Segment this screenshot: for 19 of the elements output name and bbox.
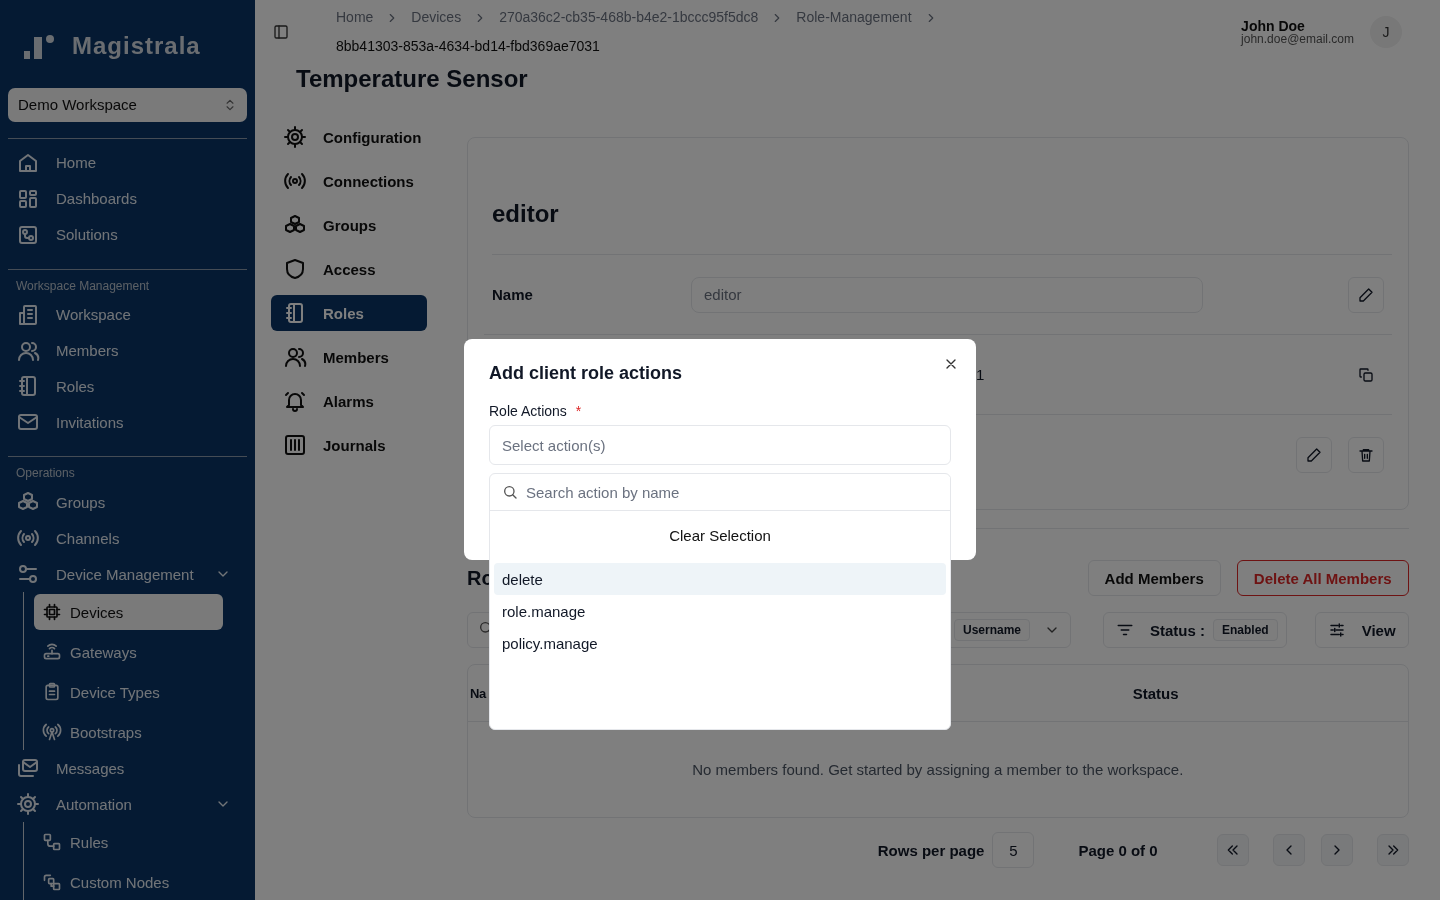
id-text: 1 [976,365,985,383]
filter-tag: Enabled [1213,619,1278,641]
column-header: Na [470,685,486,701]
rows-label: Rows per page [877,841,985,859]
page-title: Temperature Sensor [295,64,529,94]
filter-tag: Username [953,619,1030,641]
brand-name: Magistrala [72,31,201,60]
section-title: Workspace Management [15,277,151,295]
field-label: Name [492,286,533,303]
user-email: john.doe@email.com [1241,33,1354,45]
field-label: Role Actions [489,403,567,419]
page-info: Page 0 of 0 [1078,841,1158,859]
section-title: Operations [15,465,76,483]
dialog-title: Add client role actions [489,362,684,385]
user-name: John Doe [1241,19,1306,33]
required-mark: * [575,403,582,419]
role-name: editor [492,196,1392,255]
empty-message: No members found. Get started by assigning a member to the workspace. [692,761,1184,778]
column-header: Status [1132,684,1180,702]
